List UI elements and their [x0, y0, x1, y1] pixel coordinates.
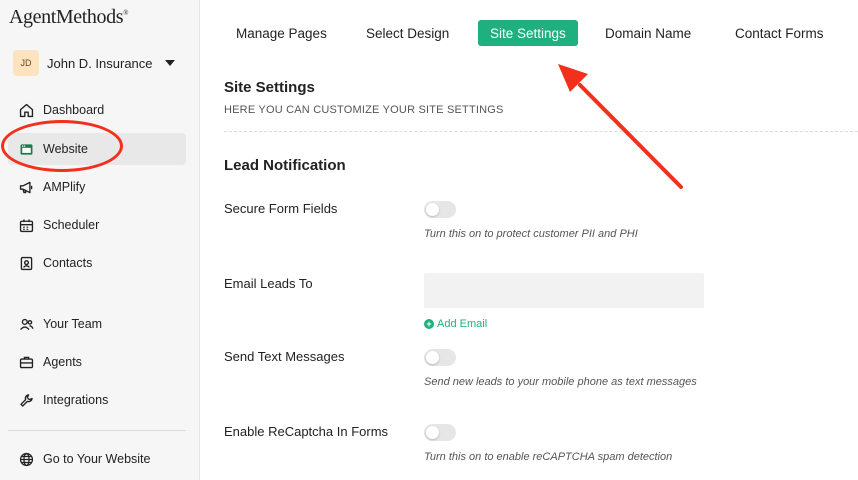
tab-contact-forms[interactable]: Contact Forms — [723, 20, 836, 46]
tab-manage-pages[interactable]: Manage Pages — [224, 20, 339, 46]
sidebar: AgentMethods® JD John D. Insurance Dashb… — [0, 0, 200, 480]
sidebar-item-go-to-website[interactable]: Go to Your Website — [8, 443, 186, 475]
agentmethods-logo[interactable]: AgentMethods® — [9, 6, 128, 29]
sidebar-item-dashboard[interactable]: Dashboard — [8, 94, 186, 126]
wrench-icon — [18, 392, 35, 409]
sidebar-item-amplify[interactable]: AMPlify — [8, 171, 186, 203]
chevron-down-icon — [165, 60, 175, 66]
section-title-site-settings: Site Settings — [224, 79, 315, 96]
sidebar-item-your-team[interactable]: Your Team — [8, 308, 186, 340]
recaptcha-label: Enable ReCaptcha In Forms — [224, 424, 389, 439]
send-text-messages-help: Send new leads to your mobile phone as t… — [424, 376, 697, 388]
sidebar-item-agents[interactable]: Agents — [8, 346, 186, 378]
section-subtitle: HERE YOU CAN CUSTOMIZE YOUR SITE SETTING… — [224, 104, 504, 116]
email-leads-to-label: Email Leads To — [224, 276, 313, 291]
tab-domain-name[interactable]: Domain Name — [593, 20, 703, 46]
account-switcher[interactable]: JD John D. Insurance — [13, 50, 181, 76]
browser-icon — [18, 141, 35, 158]
globe-icon — [18, 451, 35, 468]
send-text-messages-label: Send Text Messages — [224, 349, 345, 364]
section-divider — [224, 131, 858, 132]
sidebar-item-integrations[interactable]: Integrations — [8, 384, 186, 416]
recaptcha-help: Turn this on to enable reCAPTCHA spam de… — [424, 451, 673, 463]
email-leads-to-input[interactable] — [424, 273, 704, 308]
recaptcha-toggle[interactable] — [424, 424, 456, 441]
secure-form-fields-toggle[interactable] — [424, 201, 456, 218]
toggle-knob — [426, 426, 439, 439]
sidebar-item-scheduler[interactable]: Scheduler — [8, 209, 186, 241]
team-icon — [18, 316, 35, 333]
toggle-knob — [426, 203, 439, 216]
account-name: John D. Insurance — [47, 55, 153, 71]
briefcase-icon — [18, 354, 35, 371]
calendar-icon — [18, 217, 35, 234]
sidebar-item-website[interactable]: Website — [8, 133, 186, 165]
tab-site-settings[interactable]: Site Settings — [478, 20, 578, 46]
toggle-knob — [426, 351, 439, 364]
secure-form-fields-label: Secure Form Fields — [224, 201, 338, 216]
send-text-messages-toggle[interactable] — [424, 349, 456, 366]
tab-select-design[interactable]: Select Design — [354, 20, 461, 46]
add-email-link[interactable]: + Add Email — [424, 318, 487, 330]
contact-card-icon — [18, 255, 35, 272]
sidebar-divider — [8, 430, 186, 431]
home-icon — [18, 102, 35, 119]
sidebar-item-contacts[interactable]: Contacts — [8, 247, 186, 279]
section-title-lead-notification: Lead Notification — [224, 157, 346, 174]
plus-circle-icon: + — [424, 319, 434, 329]
secure-form-fields-help: Turn this on to protect customer PII and… — [424, 228, 638, 240]
avatar: JD — [13, 50, 39, 76]
megaphone-icon — [18, 179, 35, 196]
